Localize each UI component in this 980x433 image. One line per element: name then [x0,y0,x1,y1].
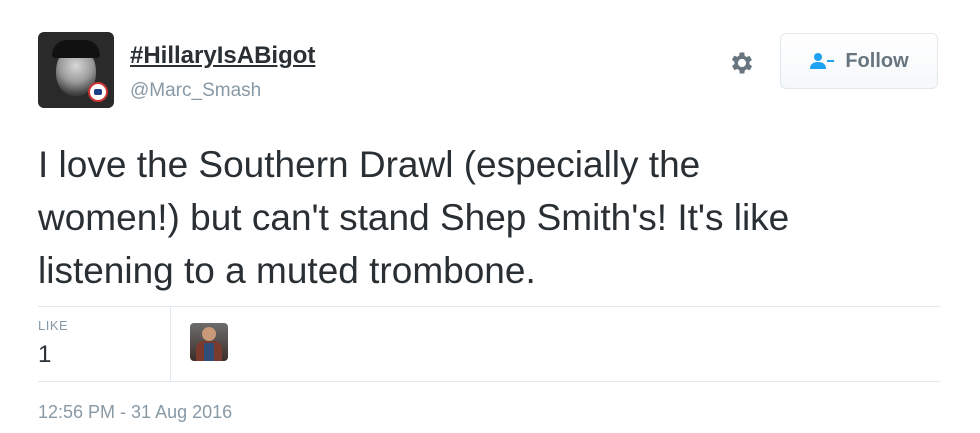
avatar-badge-icon [88,82,108,102]
follow-label: Follow [845,49,909,72]
add-user-icon [809,52,835,70]
gear-icon-svg [731,52,753,74]
divider-bottom [38,381,940,382]
like-count[interactable]: 1 [38,341,51,369]
timestamp[interactable]: 12:56 PM - 31 Aug 2016 [38,402,232,423]
liker-torso [196,341,222,361]
liker-head [202,327,216,341]
gear-icon[interactable] [727,48,757,78]
follow-button[interactable]: Follow [780,33,938,89]
like-label: LIKE [38,318,69,333]
tweet-card: #HillaryIsABigot @Marc_Smash Follow I lo… [0,0,980,433]
liker-avatar[interactable] [190,323,228,361]
divider-top [38,306,940,307]
user-avatar[interactable] [38,32,114,108]
avatar-cap [52,40,100,58]
screen-name[interactable]: @Marc_Smash [130,80,261,102]
stat-divider [170,307,171,381]
display-name[interactable]: #HillaryIsABigot [130,42,315,70]
tweet-text: I love the Southern Drawl (especially th… [38,144,790,291]
